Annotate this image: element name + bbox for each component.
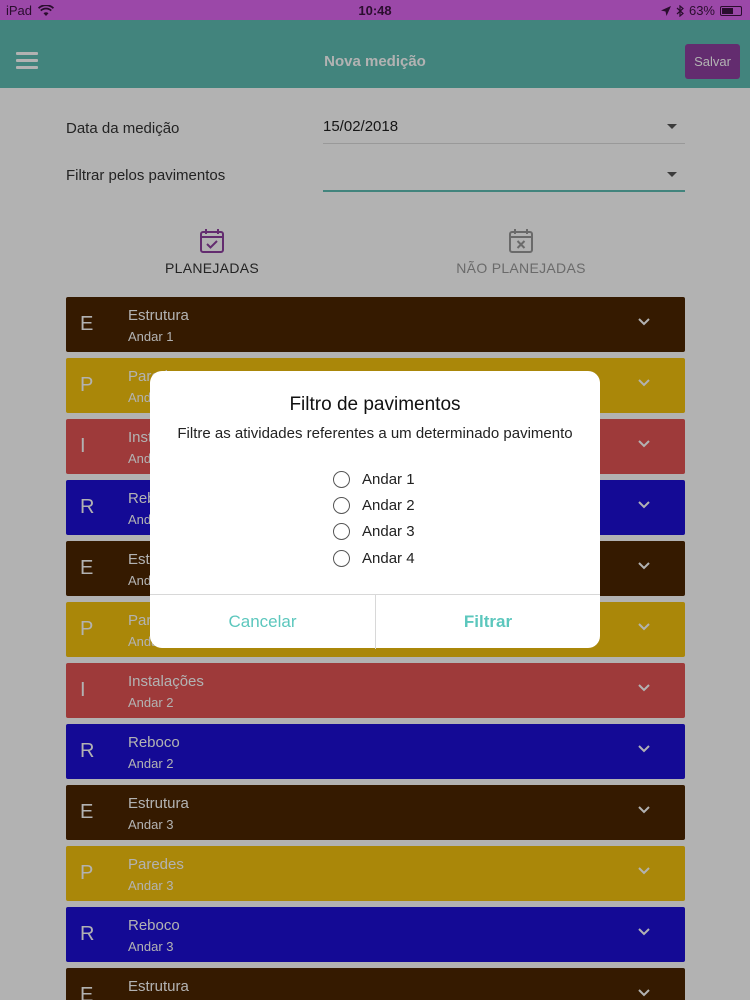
radio-option-label: Andar 2: [362, 496, 415, 514]
radio-option-andar-2[interactable]: Andar 2: [333, 495, 415, 515]
radio-option-label: Andar 1: [362, 470, 415, 488]
dialog-title: Filtro de pavimentos: [289, 394, 461, 415]
battery-icon: [720, 5, 742, 16]
dialog-footer: Cancelar Filtrar: [150, 594, 600, 649]
dialog-description: Filtre as atividades referentes a um det…: [177, 425, 573, 442]
radio-option-label: Andar 4: [362, 549, 415, 567]
location-arrow-icon: [660, 5, 671, 16]
battery-level: [722, 7, 734, 14]
radio-circle-icon[interactable]: [333, 496, 350, 514]
floor-filter-dialog: Filtro de pavimentos Filtre as atividade…: [150, 371, 600, 649]
status-bar: iPad 10:48 63%: [0, 0, 750, 20]
radio-option-andar-3[interactable]: Andar 3: [333, 521, 415, 541]
radio-circle-icon[interactable]: [333, 470, 350, 488]
radio-option-andar-4[interactable]: Andar 4: [333, 548, 415, 568]
radio-circle-icon[interactable]: [333, 522, 350, 540]
bluetooth-icon: [676, 4, 684, 17]
cancel-button[interactable]: Cancelar: [150, 595, 375, 649]
radio-option-andar-1[interactable]: Andar 1: [333, 469, 415, 489]
battery-percent: 63%: [688, 3, 715, 18]
filter-button[interactable]: Filtrar: [375, 595, 600, 649]
radio-circle-icon[interactable]: [333, 549, 350, 567]
clock: 10:48: [358, 3, 392, 18]
radio-option-label: Andar 3: [362, 522, 415, 540]
